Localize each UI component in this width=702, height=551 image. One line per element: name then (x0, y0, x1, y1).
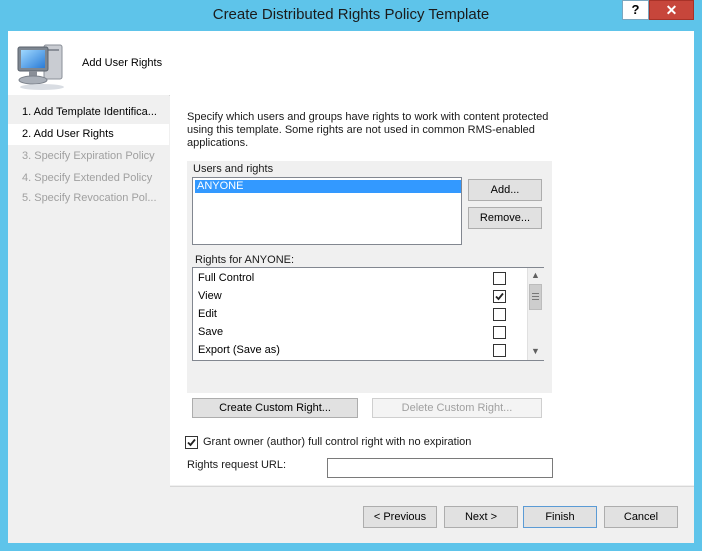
grant-owner-label: Grant owner (author) full control right … (203, 436, 472, 448)
right-checkbox-edit[interactable] (493, 308, 506, 321)
users-listbox[interactable]: ANYONE (192, 177, 462, 245)
right-row: Export (Save as) (198, 341, 498, 359)
right-checkbox-export[interactable] (493, 344, 506, 357)
close-button[interactable]: ✕ (649, 0, 694, 20)
footer-separator (170, 486, 694, 487)
dialog-client-area: Add User Rights 1. Add Template Identifi… (8, 31, 694, 543)
right-label: Export (Save as) (198, 344, 280, 356)
step-specify-extended-policy: 4. Specify Extended Policy (22, 172, 153, 184)
previous-button[interactable]: < Previous (363, 506, 437, 528)
right-row: Edit (198, 305, 498, 323)
cancel-button[interactable]: Cancel (604, 506, 678, 528)
add-user-button[interactable]: Add... (468, 179, 542, 201)
window-title: Create Distributed Rights Policy Templat… (212, 6, 490, 23)
scroll-down-icon[interactable]: ▼ (528, 344, 543, 359)
users-and-rights-group: Users and rights ANYONE Add... Remove...… (187, 161, 552, 418)
wizard-page: Specify which users and groups have righ… (170, 95, 694, 485)
wizard-header: Add User Rights (8, 31, 694, 96)
right-label: View (198, 290, 222, 302)
header-title: Add User Rights (82, 57, 163, 69)
right-label: Save (198, 326, 224, 338)
remove-user-button[interactable]: Remove... (468, 207, 542, 229)
scroll-up-icon[interactable]: ▲ (528, 268, 543, 283)
right-row: Full Control (198, 269, 498, 287)
step-add-template-identification[interactable]: 1. Add Template Identifica... (8, 102, 169, 123)
computer-icon (14, 39, 70, 91)
right-checkbox-view[interactable] (493, 290, 506, 303)
help-button[interactable]: ? (622, 0, 649, 20)
wizard-steps: 1. Add Template Identifica... 2. Add Use… (8, 95, 169, 543)
step-add-user-rights[interactable]: 2. Add User Rights (8, 124, 169, 145)
intro-text: Specify which users and groups have righ… (187, 111, 549, 149)
create-custom-right-button[interactable]: Create Custom Right... (192, 398, 358, 418)
right-label: Full Control (198, 272, 255, 284)
right-label: Edit (198, 308, 217, 320)
finish-button[interactable]: Finish (523, 506, 597, 528)
checkmark-icon (187, 438, 196, 447)
dialog-window: Create Distributed Rights Policy Templat… (0, 0, 702, 551)
checkmark-icon (495, 292, 504, 301)
title-bar: Create Distributed Rights Policy Templat… (0, 0, 702, 32)
step-specify-revocation-policy: 5. Specify Revocation Pol... (22, 192, 157, 204)
right-checkbox-save[interactable] (493, 326, 506, 339)
rights-url-input[interactable] (327, 458, 553, 478)
right-checkbox-full-control[interactable] (493, 272, 506, 285)
rights-for-label: Rights for ANYONE: (195, 254, 295, 266)
step-specify-expiration-policy: 3. Specify Expiration Policy (22, 150, 155, 162)
grant-owner-checkbox[interactable] (185, 436, 198, 449)
next-button[interactable]: Next > (444, 506, 518, 528)
users-and-rights-label: Users and rights (193, 163, 274, 175)
right-row: View (198, 287, 498, 305)
right-row: Save (198, 323, 498, 341)
delete-custom-right-button: Delete Custom Right... (372, 398, 542, 418)
user-item-anyone[interactable]: ANYONE (195, 180, 461, 193)
rights-list[interactable]: Full Control View Edit Save Export (Save… (192, 267, 544, 361)
scroll-thumb[interactable] (529, 284, 542, 310)
rights-scrollbar[interactable]: ▲ ▼ (527, 268, 544, 360)
rights-url-label: Rights request URL: (187, 459, 287, 471)
